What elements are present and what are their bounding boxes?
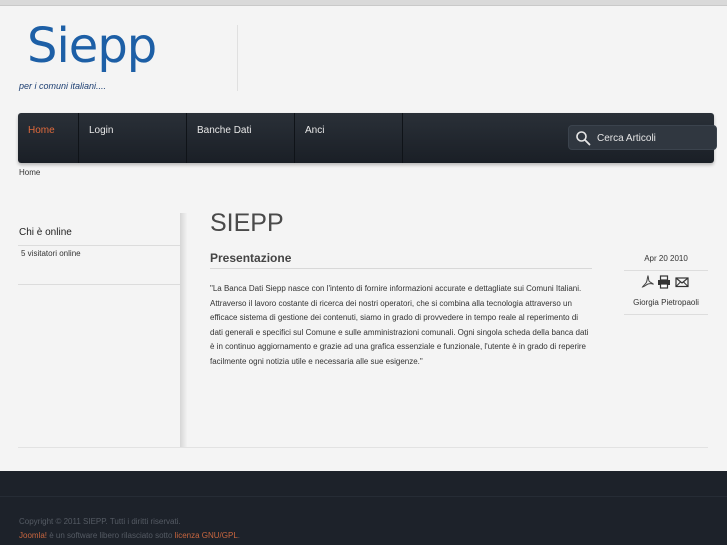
sidebar: Chi è online 5 visitatori online: [18, 213, 186, 448]
meta-divider: [624, 314, 708, 315]
joomla-link[interactable]: Joomla!: [19, 531, 47, 540]
article-title[interactable]: Presentazione: [210, 251, 291, 265]
sidebar-separator: [180, 213, 187, 448]
main-navbar: Home Login Banche Dati Anci: [18, 113, 717, 163]
module-divider: [18, 284, 180, 285]
nav-item-login[interactable]: Login: [79, 113, 187, 163]
print-icon[interactable]: [657, 275, 671, 289]
footer-copyright: Copyright © 2011 SIEPP. Tutti i diritti …: [19, 517, 181, 526]
article-body: "La Banca Dati Siepp nasce con l'intento…: [210, 284, 589, 366]
article-author: Giorgia Pietropaoli: [633, 298, 699, 307]
nav-item-anci[interactable]: Anci: [295, 113, 403, 163]
module-divider: [18, 245, 180, 246]
nav-item-banche-dati[interactable]: Banche Dati: [187, 113, 295, 163]
article-actions: [641, 275, 701, 289]
search-box[interactable]: [568, 125, 717, 150]
pdf-icon[interactable]: [641, 275, 655, 289]
footer-divider: [0, 496, 727, 497]
search-icon[interactable]: [575, 130, 591, 146]
breadcrumb[interactable]: Home: [19, 168, 40, 177]
license-end: .: [237, 531, 241, 540]
site-logo[interactable]: Siepp: [27, 22, 157, 70]
visitors-online-text: 5 visitatori online: [21, 249, 81, 258]
header-divider: [237, 25, 238, 91]
title-divider: [210, 268, 592, 269]
who-is-online-title: Chi è online: [19, 227, 72, 238]
site-tagline: per i comuni italiani....: [19, 81, 107, 91]
meta-divider: [624, 270, 708, 271]
nav-item-home[interactable]: Home: [18, 113, 79, 163]
search-input[interactable]: [597, 129, 712, 147]
content-divider: [18, 447, 708, 448]
email-icon[interactable]: [675, 275, 689, 289]
license-text: è un software libero rilasciato sotto: [47, 531, 175, 540]
license-link[interactable]: licenza GNU/GPL: [175, 531, 238, 540]
page-title: SIEPP: [210, 209, 284, 237]
footer-license: Joomla! è un software libero rilasciato …: [19, 531, 240, 540]
article-date: Apr 20 2010: [644, 254, 688, 263]
top-strip: [0, 0, 727, 6]
